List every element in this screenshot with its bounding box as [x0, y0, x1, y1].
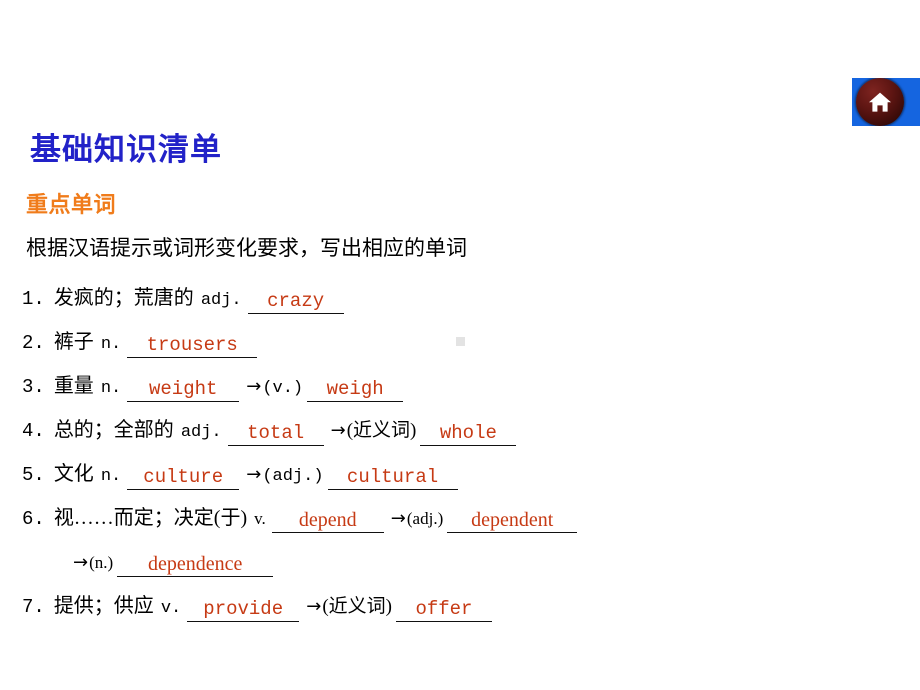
- home-button[interactable]: [852, 78, 920, 126]
- item-number: 5.: [22, 464, 45, 486]
- item-chinese-meaning: 总的；全部的: [53, 419, 174, 441]
- instruction-text: 根据汉语提示或词形变化要求，写出相应的单词: [26, 236, 467, 260]
- home-button-knob: [856, 78, 904, 126]
- vocab-item-row: 7. 提供；供应 v. provide →(近义词) offer: [22, 584, 902, 628]
- answer-blank[interactable]: depend: [271, 510, 384, 533]
- item-number: 7.: [22, 596, 45, 618]
- derivation-hint: (adj.): [406, 509, 444, 528]
- item-part-of-speech: adj.: [200, 291, 242, 310]
- vocab-item-row: 3. 重量 n. weight →(v.) weigh: [22, 364, 902, 408]
- answer-blank[interactable]: crazy: [247, 292, 344, 314]
- arrow-icon: →: [306, 596, 322, 617]
- item-number: 2.: [22, 332, 45, 354]
- vocab-item-row: 1. 发疯的；荒唐的 adj. crazy: [22, 276, 902, 320]
- answer-blank[interactable]: dependence: [117, 554, 274, 577]
- answer-blank[interactable]: provide: [187, 600, 300, 622]
- answer-blank[interactable]: cultural: [327, 468, 458, 490]
- home-icon: [867, 90, 893, 114]
- derivation-hint: (近义词): [322, 596, 392, 617]
- answer-blank[interactable]: culture: [127, 468, 240, 490]
- vocab-item-row: 5. 文化 n. culture →(adj.) cultural: [22, 452, 902, 496]
- page-title: 基础知识清单: [30, 132, 222, 167]
- arrow-icon: →: [330, 420, 346, 441]
- item-number: 6.: [22, 508, 45, 530]
- answer-blank[interactable]: weigh: [307, 380, 404, 402]
- item-part-of-speech: v.: [160, 599, 182, 618]
- vocab-item-row: 6. 视……而定；决定(于) v. depend →(adj.) dependent: [22, 496, 902, 540]
- answer-blank[interactable]: trousers: [127, 336, 258, 358]
- item-chinese-meaning: 文化: [53, 463, 94, 485]
- vocab-item-row: 2. 裤子 n. trousers: [22, 320, 902, 364]
- answer-blank[interactable]: weight: [127, 380, 240, 402]
- answer-blank[interactable]: whole: [420, 424, 517, 446]
- item-chinese-meaning: 裤子: [53, 331, 94, 353]
- item-chinese-meaning: 提供；供应: [53, 595, 154, 617]
- vocab-item-row: 4. 总的；全部的 adj. total →(近义词) whole: [22, 408, 902, 452]
- item-chinese-meaning: 视……而定；决定(于): [53, 507, 248, 529]
- answer-blank[interactable]: dependent: [447, 510, 578, 533]
- section-title: 重点单词: [26, 192, 117, 217]
- item-part-of-speech: v.: [254, 509, 266, 528]
- item-number: 1.: [22, 288, 45, 310]
- vocabulary-list: 1. 发疯的；荒唐的 adj. crazy 2. 裤子 n. trousers 3. 重…: [22, 276, 902, 628]
- item-part-of-speech: adj.: [180, 423, 222, 442]
- answer-blank[interactable]: total: [227, 424, 324, 446]
- item-chinese-meaning: 发疯的；荒唐的: [53, 287, 194, 309]
- item-chinese-meaning: 重量: [53, 375, 94, 397]
- arrow-icon: →: [246, 376, 262, 397]
- item-number: 4.: [22, 420, 45, 442]
- item-number: 3.: [22, 376, 45, 398]
- arrow-icon: →: [73, 552, 89, 573]
- answer-blank[interactable]: offer: [395, 600, 492, 622]
- derivation-hint: (adj.): [262, 467, 324, 486]
- item-part-of-speech: n.: [100, 379, 122, 398]
- item-part-of-speech: n.: [100, 335, 122, 354]
- arrow-icon: →: [390, 508, 406, 529]
- derivation-hint: (v.): [262, 379, 304, 398]
- derivation-hint: (n.): [89, 553, 114, 572]
- derivation-hint: (近义词): [346, 420, 417, 441]
- vocab-item-row-continuation: →(n.) dependence: [22, 540, 902, 584]
- slide-canvas: 基础知识清单 重点单词 根据汉语提示或词形变化要求，写出相应的单词 1. 发疯的…: [0, 0, 920, 690]
- arrow-icon: →: [246, 464, 262, 485]
- item-part-of-speech: n.: [100, 467, 122, 486]
